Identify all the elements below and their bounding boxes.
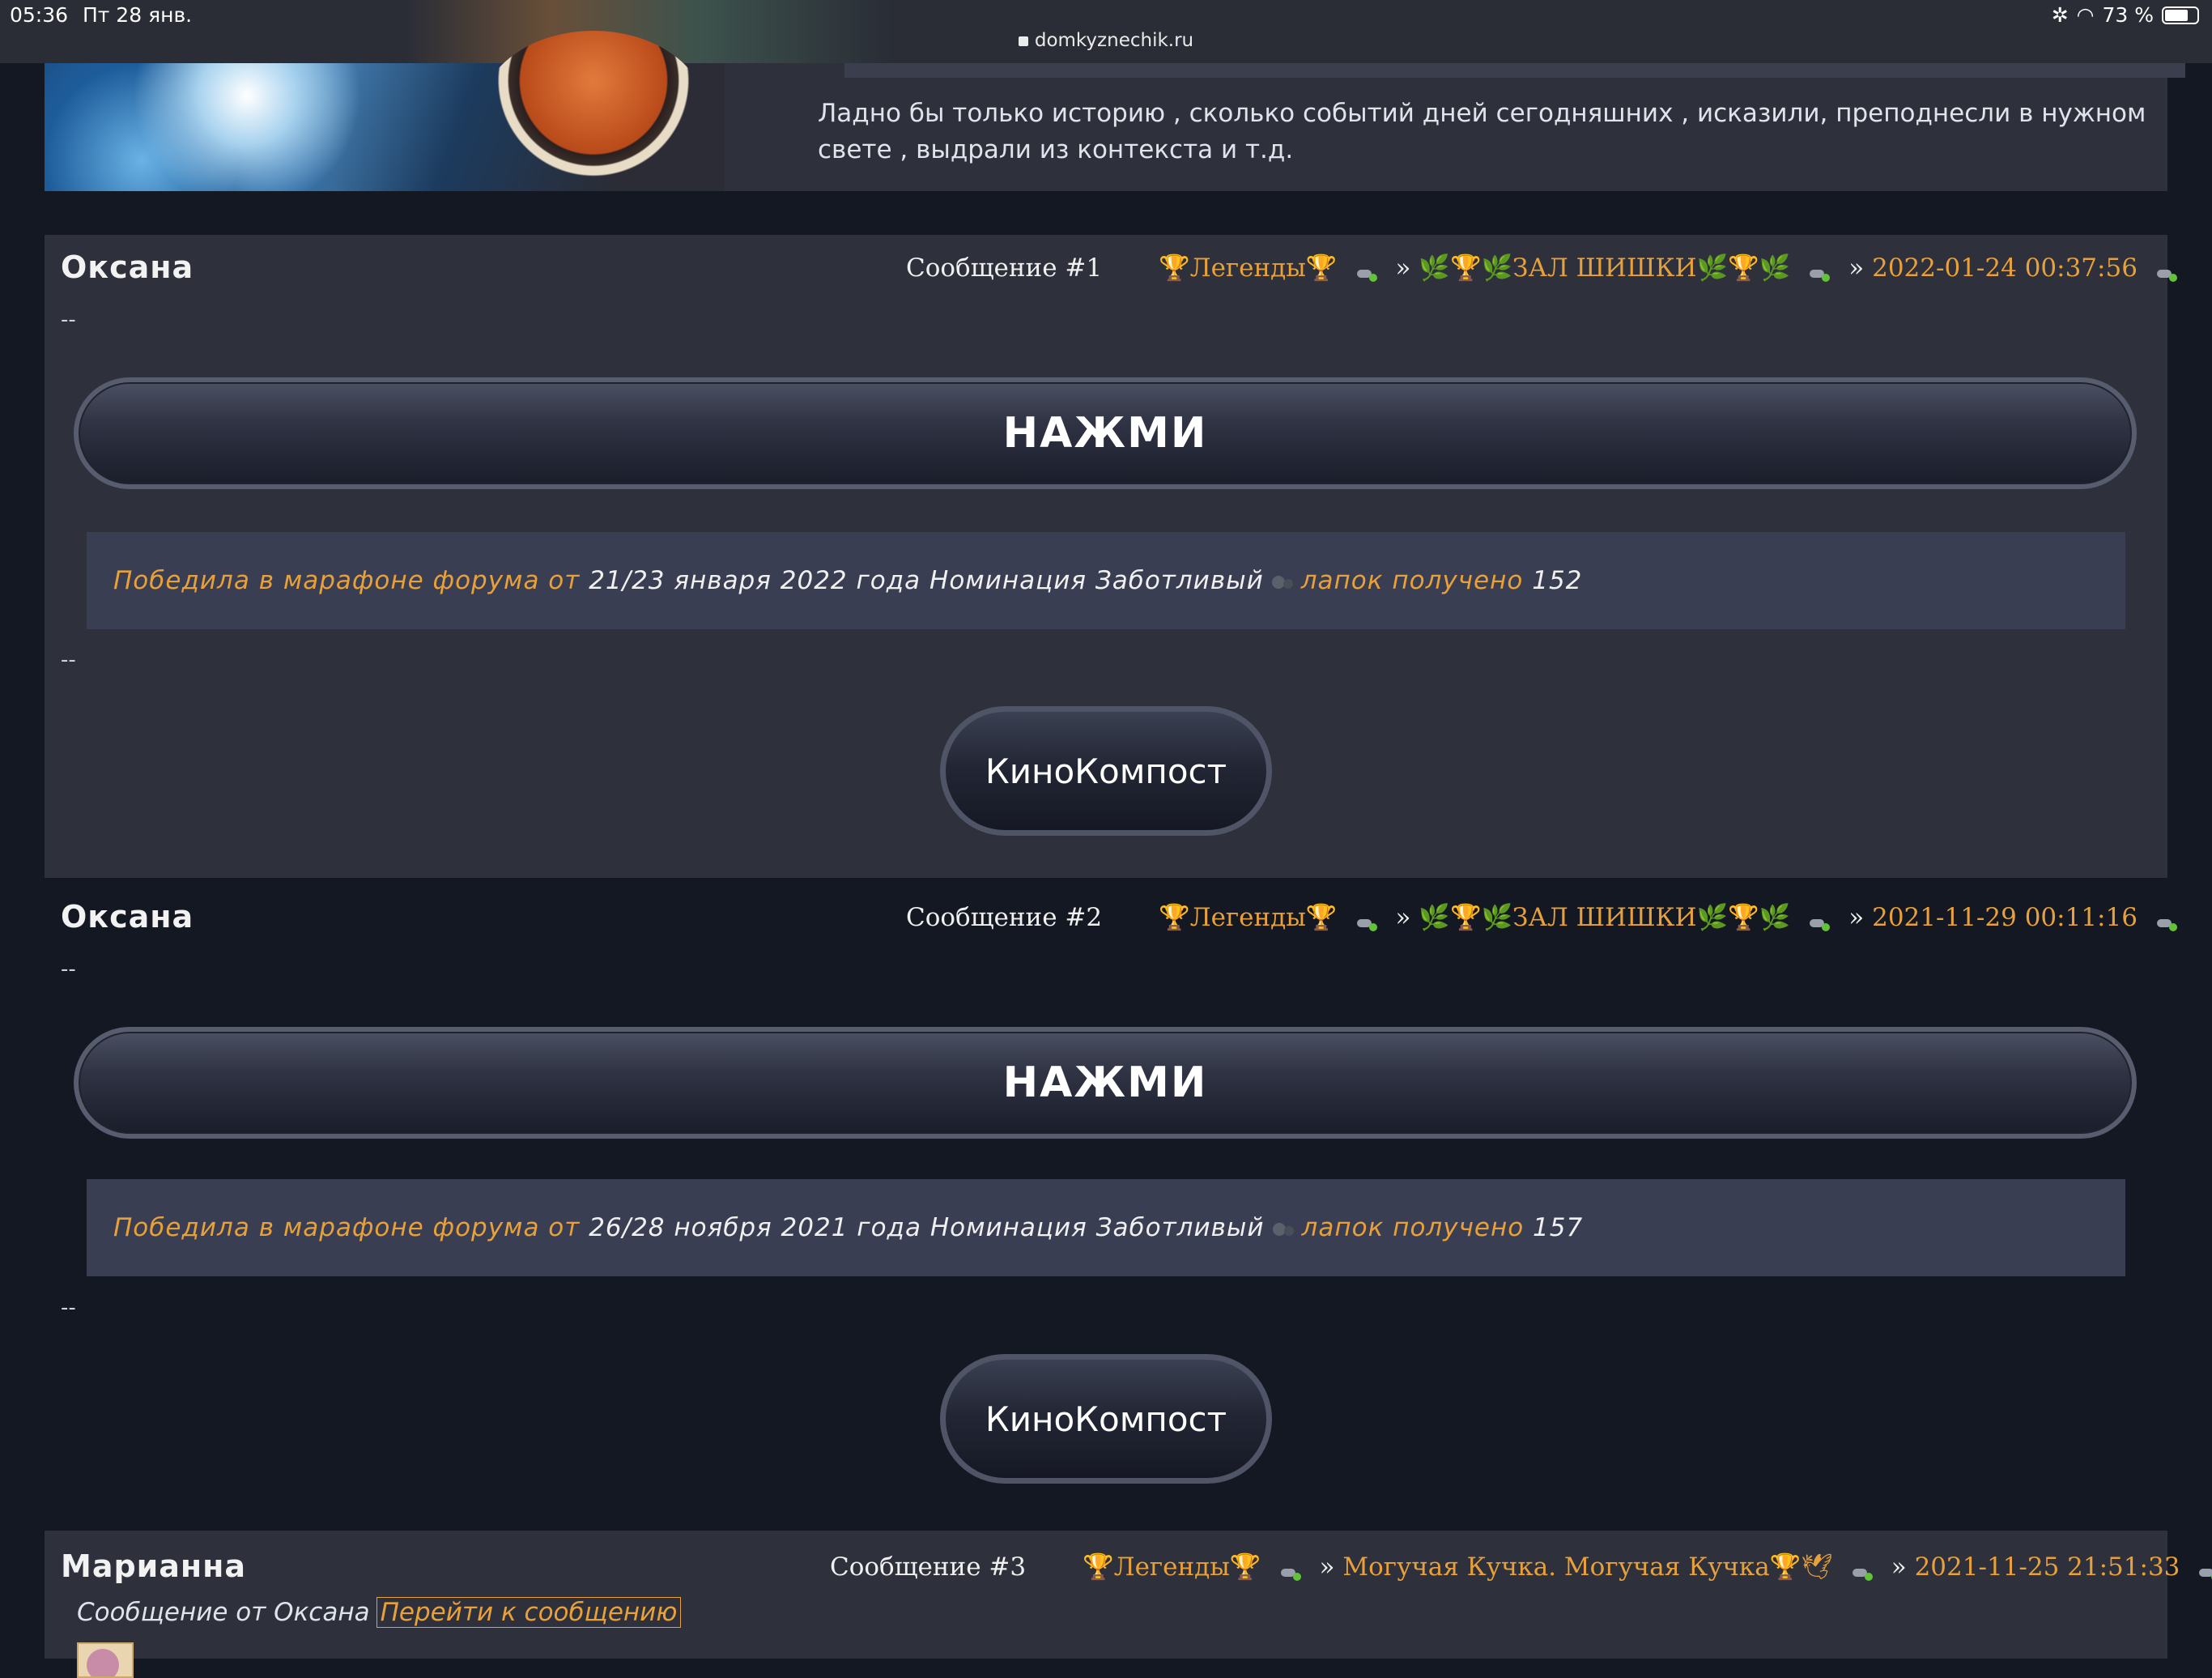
category-link[interactable]: 🏆Легенды🏆	[1159, 903, 1337, 932]
award-banner: Победила в марафоне форума от 26/28 нояб…	[87, 1179, 2125, 1276]
category-link[interactable]: 🏆Легенды🏆	[1159, 253, 1337, 283]
signature-dash: --	[61, 1296, 76, 1320]
avatar	[77, 1642, 134, 1678]
signature-dash: --	[61, 648, 76, 672]
topic-link[interactable]: 🌿🏆🌿ЗАЛ ШИШКИ🌿🏆🌿	[1419, 253, 1790, 283]
post-number[interactable]: Сообщение #1	[906, 253, 1102, 283]
post-date-link[interactable]: 2021-11-25 21:51:33	[1915, 1552, 2180, 1582]
wifi-icon: ◠	[2076, 3, 2095, 27]
post-author[interactable]: Оксана	[61, 249, 194, 285]
previous-post-text: Ладно бы только историю , сколько событи…	[818, 99, 2146, 164]
goto-icon[interactable]	[1356, 916, 1378, 931]
post-author[interactable]: Оксана	[61, 899, 194, 935]
quote-from: Сообщение от Оксана	[77, 1598, 370, 1627]
breadcrumb-separator: »	[1319, 1552, 1335, 1582]
signature-dash: --	[61, 308, 76, 332]
award-details: 26/28 ноября 2021 года Номинация Заботли…	[589, 1213, 1265, 1242]
kinokompost-button[interactable]: КиноКомпост	[940, 1354, 1272, 1484]
quote-bar	[844, 63, 2185, 78]
award-paws-label: лапок получено	[1300, 566, 1524, 595]
battery-fill	[2165, 9, 2188, 21]
status-date: Пт 28 янв.	[83, 3, 193, 27]
breadcrumb-separator: »	[1848, 253, 1865, 283]
goto-icon[interactable]	[1810, 916, 1831, 931]
award-paws-label: лапок получено	[1301, 1213, 1525, 1242]
paw-icon	[1267, 574, 1298, 590]
goto-icon[interactable]	[2199, 1565, 2212, 1581]
category-link[interactable]: 🏆Легенды🏆	[1083, 1552, 1261, 1582]
post-author[interactable]: Марианна	[61, 1548, 246, 1584]
status-bar: 05:36 Пт 28 янв. ✲ ◠ 73 % domkyznechik.r…	[0, 0, 2212, 63]
lock-icon	[1018, 36, 1028, 46]
post-meta: Сообщение #1 🏆Легенды🏆» 🌿🏆🌿ЗАЛ ШИШКИ🌿🏆🌿» …	[906, 253, 2196, 283]
post-3: Марианна Сообщение #3 🏆Легенды🏆 » Могучая …	[45, 1531, 2212, 1678]
address-bar[interactable]: domkyznechik.ru	[0, 30, 2212, 51]
signature-dash: --	[61, 957, 76, 982]
url-text: domkyznechik.ru	[1034, 30, 1194, 51]
award-banner: Победила в марафоне форума от 21/23 янва…	[87, 532, 2125, 629]
goto-icon[interactable]	[2156, 266, 2178, 282]
breadcrumb-separator: »	[1891, 1552, 1907, 1582]
breadcrumb-separator: »	[1395, 253, 1411, 283]
post-number[interactable]: Сообщение #3	[830, 1552, 1026, 1582]
award-count: 152	[1532, 566, 1583, 595]
topic-link[interactable]: Могучая Кучка. Могучая Кучка🏆🕊	[1342, 1552, 1832, 1582]
award-count: 157	[1533, 1213, 1584, 1242]
topic-link[interactable]: 🌿🏆🌿ЗАЛ ШИШКИ🌿🏆🌿	[1419, 903, 1790, 932]
bowl-image	[480, 31, 707, 197]
status-right: ✲ ◠ 73 %	[2052, 3, 2199, 27]
breadcrumb-separator: »	[1848, 903, 1865, 932]
post-1: Оксана Сообщение #1 🏆Легенды🏆 » 🌿🏆🌿ЗАЛ ШИШ…	[45, 235, 2177, 878]
post-meta: Сообщение #3 🏆Легенды🏆 » Могучая Кучка. Мо…	[830, 1552, 2212, 1582]
previous-post: Ладно бы только историю , сколько событи…	[45, 31, 2185, 197]
activity-icon: ✲	[2051, 3, 2069, 27]
press-button[interactable]: НАЖМИ	[74, 1027, 2137, 1139]
breadcrumb-separator: »	[1395, 903, 1411, 932]
battery-icon	[2162, 6, 2199, 24]
goto-icon[interactable]	[1280, 1565, 1302, 1581]
award-details: 21/23 января 2022 года Номинация Заботли…	[589, 566, 1264, 595]
post-2: Оксана Сообщение #2 🏆Легенды🏆 » 🌿🏆🌿ЗАЛ ШИШ…	[45, 878, 2177, 1531]
post-date-link[interactable]: 2021-11-29 00:11:16	[1872, 903, 2138, 932]
paw-icon	[1268, 1221, 1299, 1237]
kinokompost-button[interactable]: КиноКомпост	[940, 706, 1272, 836]
post-date-link[interactable]: 2022-01-24 00:37:56	[1872, 253, 2138, 283]
award-prefix: Победила в марафоне форума от	[113, 1213, 581, 1242]
goto-icon[interactable]	[2156, 916, 2178, 931]
award-prefix: Победила в марафоне форума от	[113, 566, 581, 595]
goto-message-link[interactable]: Перейти к сообщению	[376, 1597, 682, 1628]
goto-icon[interactable]	[1810, 266, 1831, 282]
status-time: 05:36	[10, 3, 69, 27]
goto-icon[interactable]	[1852, 1565, 1874, 1581]
quote-header: Сообщение от Оксана Перейти к сообщению	[77, 1597, 682, 1628]
goto-icon[interactable]	[1356, 266, 1378, 282]
post-meta: Сообщение #2 🏆Легенды🏆» 🌿🏆🌿ЗАЛ ШИШКИ🌿🏆🌿» …	[906, 902, 2196, 932]
press-button[interactable]: НАЖМИ	[74, 377, 2137, 489]
post-number[interactable]: Сообщение #2	[906, 903, 1102, 932]
battery-percent: 73 %	[2102, 3, 2154, 27]
